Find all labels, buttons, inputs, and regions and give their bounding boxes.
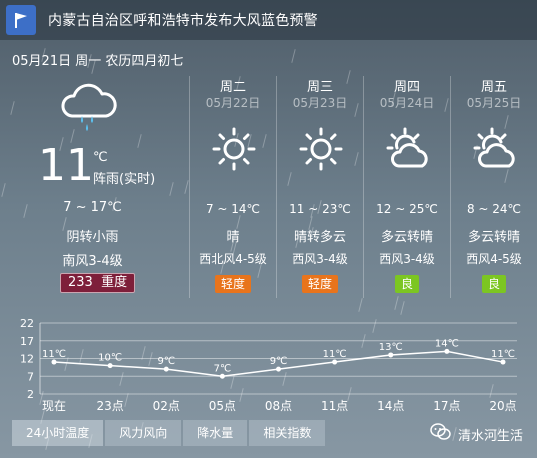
today-wind: 南风3-4级	[62, 254, 123, 269]
cloud-rain-icon	[58, 82, 120, 138]
rain-streak	[358, 298, 363, 312]
temperature-point	[219, 373, 225, 379]
temperature-unit: ℃	[93, 150, 108, 165]
flag-icon	[6, 5, 36, 35]
day-temp-range: 12 ~ 25℃	[376, 202, 438, 216]
temperature-point	[500, 359, 506, 365]
day-name: 周五	[480, 80, 507, 95]
current-temperature: 11	[38, 140, 94, 191]
tab-indices[interactable]: 相关指数	[249, 420, 326, 446]
weather-widget: 内蒙古自治区呼和浩特市发布大风蓝色预警 05月21日 周一 农历四月初七 11 …	[0, 0, 537, 458]
tab-24h-temp[interactable]: 24小时温度	[12, 420, 104, 446]
forecast-day[interactable]: 周四 05月24日 12 ~ 25℃ 多云转晴 西风3-4级 良	[363, 76, 450, 298]
x-tick-label: 17点	[433, 399, 460, 413]
day-name: 周四	[393, 80, 420, 95]
day-weather-desc: 多云转晴	[380, 230, 433, 245]
temperature-data-label: 11℃	[491, 349, 515, 360]
partly-cloudy-icon	[385, 126, 431, 176]
temperature-chart: 22 17 12 7 2 11℃ 现在 10℃ 23点 9℃ 02点 7℃ 05点 9℃ 08点 11℃ 11点…	[0, 312, 537, 418]
temperature-chart-svg: 22 17 12 7 2 11℃ 现在 10℃ 23点 9℃ 02点 7℃ 05点 9℃ 08点 11℃ 11点…	[20, 317, 517, 413]
forecast-day[interactable]: 周五 05月25日 8 ~ 24℃ 多云转晴 西风4-5级 良	[450, 76, 537, 298]
x-tick-label: 23点	[96, 399, 123, 413]
aqi-label: 重度	[101, 275, 128, 290]
day-weather-desc: 晴转多云	[293, 230, 346, 245]
forecast-day[interactable]: 周三 05月23日 11 ~ 23℃ 晴转多云 西风3-4级 轻度	[276, 76, 363, 298]
temperature-point	[107, 363, 113, 369]
sun-icon	[298, 126, 344, 176]
day-date: 05月23日	[292, 96, 348, 110]
day-wind: 西风3-4级	[379, 252, 435, 266]
y-tick-label: 12	[20, 353, 34, 366]
day-aqi-badge[interactable]: 轻度	[214, 275, 252, 293]
day-wind: 西北风4-5级	[199, 252, 267, 266]
x-tick-label: 20点	[489, 399, 516, 413]
sun-icon	[211, 126, 257, 176]
day-temp-range: 8 ~ 24℃	[466, 202, 522, 216]
wechat-icon	[430, 423, 452, 445]
forecast-list: 周二 05月22日 7 ~ 14℃ 晴 西北风4-5级 轻度 周三 05月23日…	[189, 76, 537, 298]
temperature-point	[276, 366, 281, 372]
today-temp-range: 7 ~ 17℃	[63, 200, 122, 215]
today-aqi-badge[interactable]: 233 重度	[60, 273, 136, 293]
temperature-data-label: 13℃	[379, 342, 403, 353]
temperature-point	[163, 366, 169, 372]
day-date: 05月25日	[466, 96, 522, 110]
day-aqi-badge[interactable]: 良	[394, 275, 420, 293]
temperature-data-label: 10℃	[98, 353, 122, 364]
current-condition: 阵雨(实时)	[93, 172, 156, 187]
y-tick-label: 22	[20, 317, 34, 330]
chart-tabs: 24小时温度 风力风向 降水量 相关指数	[12, 420, 327, 446]
x-tick-label: 现在	[42, 399, 66, 413]
tab-precipitation[interactable]: 降水量	[183, 420, 248, 446]
today-panel: 11 ℃ 阵雨(实时) 7 ~ 17℃ 阴转小雨 南风3-4级 233 重度	[0, 76, 185, 298]
alert-bar[interactable]: 内蒙古自治区呼和浩特市发布大风蓝色预警	[0, 0, 537, 40]
temperature-data-label: 11℃	[323, 349, 347, 360]
temperature-data-label: 11℃	[42, 349, 66, 360]
partly-cloudy-icon	[472, 126, 518, 176]
date-line: 05月21日 周一 农历四月初七	[12, 54, 184, 69]
rain-streak	[291, 49, 296, 63]
temperature-data-label: 14℃	[435, 338, 459, 349]
alert-text[interactable]: 内蒙古自治区呼和浩特市发布大风蓝色预警	[48, 10, 318, 30]
day-wind: 西风4-5级	[466, 252, 522, 266]
x-tick-label: 02点	[153, 399, 180, 413]
temperature-data-label: 7℃	[214, 363, 232, 374]
y-tick-label: 17	[20, 335, 34, 348]
y-tick-label: 7	[27, 370, 34, 383]
day-date: 05月22日	[205, 96, 261, 110]
day-weather-desc: 多云转晴	[467, 230, 520, 245]
day-date: 05月24日	[379, 96, 435, 110]
forecast-day[interactable]: 周二 05月22日 7 ~ 14℃ 晴 西北风4-5级 轻度	[189, 76, 276, 298]
today-weather-desc: 阴转小雨	[66, 230, 119, 245]
watermark: 清水河生活	[430, 423, 523, 445]
temperature-point	[51, 359, 57, 365]
tab-wind[interactable]: 风力风向	[105, 420, 182, 446]
day-temp-range: 11 ~ 23℃	[289, 202, 351, 216]
day-aqi-badge[interactable]: 轻度	[301, 275, 339, 293]
rain-streak	[394, 296, 399, 310]
x-tick-label: 08点	[265, 399, 292, 413]
y-tick-label: 2	[27, 388, 34, 401]
temperature-data-label: 9℃	[270, 356, 288, 367]
watermark-text: 清水河生活	[457, 428, 523, 444]
day-name: 周二	[219, 80, 246, 95]
day-name: 周三	[306, 80, 333, 95]
temperature-point	[444, 348, 450, 354]
x-tick-label: 11点	[321, 399, 348, 413]
aqi-value: 233	[68, 275, 93, 290]
day-wind: 西风3-4级	[292, 252, 348, 266]
day-temp-range: 7 ~ 14℃	[205, 202, 261, 216]
temperature-point	[388, 352, 394, 358]
temperature-data-label: 9℃	[157, 356, 175, 367]
x-tick-label: 14点	[377, 399, 404, 413]
day-weather-desc: 晴	[226, 230, 240, 245]
day-aqi-badge[interactable]: 良	[481, 275, 507, 293]
temperature-point	[332, 359, 338, 365]
x-tick-label: 05点	[209, 399, 236, 413]
